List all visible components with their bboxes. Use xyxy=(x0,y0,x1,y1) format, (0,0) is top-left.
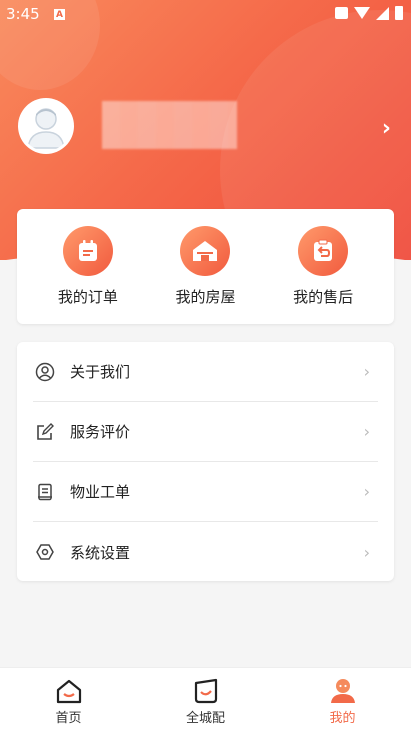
menu-card: 关于我们 › 服务评价 › 物业工单 › 系统设置 › xyxy=(17,342,394,581)
clipboard-icon xyxy=(62,226,113,276)
menu-label: 系统设置 xyxy=(70,543,131,562)
menu-item-service-rating[interactable]: 服务评价 › xyxy=(33,402,378,462)
house-icon xyxy=(180,226,231,276)
default-avatar-icon xyxy=(27,108,65,149)
profile-header[interactable]: ████████ › xyxy=(18,98,393,158)
menu-label: 服务评价 xyxy=(70,423,131,441)
chevron-right-icon: › xyxy=(363,482,370,501)
orders-card: 我的订单 我的房屋 我的售后 xyxy=(17,209,394,324)
my-aftersales-label: 我的售后 xyxy=(293,288,354,306)
tab-label: 全城配 xyxy=(185,711,225,726)
user-circle-icon xyxy=(35,362,55,382)
profile-icon xyxy=(329,677,357,705)
my-orders-button[interactable]: 我的订单 xyxy=(38,226,138,307)
chevron-right-icon: › xyxy=(363,362,370,381)
settings-hex-icon xyxy=(35,542,55,562)
wifi-icon xyxy=(354,7,370,19)
my-orders-label: 我的订单 xyxy=(57,288,118,306)
menu-label: 关于我们 xyxy=(70,363,131,381)
my-house-label: 我的房屋 xyxy=(175,288,236,306)
briefcase-icon xyxy=(335,7,348,19)
status-time: 3:45 xyxy=(6,5,40,23)
smile-box-icon xyxy=(192,677,220,705)
chevron-right-icon[interactable]: › xyxy=(382,116,391,141)
tab-label: 首页 xyxy=(55,711,82,726)
return-icon xyxy=(298,226,349,276)
bottom-tab-bar: 首页 全城配 我的 xyxy=(0,667,411,732)
status-bar: 3:45 A xyxy=(0,0,411,28)
notification-badge: A xyxy=(54,9,65,20)
chevron-right-icon: › xyxy=(363,542,370,562)
username: ████████ xyxy=(102,101,237,149)
menu-item-settings[interactable]: 系统设置 › xyxy=(33,522,378,582)
menu-item-about-us[interactable]: 关于我们 › xyxy=(33,342,378,402)
avatar[interactable] xyxy=(18,98,74,154)
tab-label: 我的 xyxy=(329,711,356,726)
my-aftersales-button[interactable]: 我的售后 xyxy=(273,226,373,307)
my-house-button[interactable]: 我的房屋 xyxy=(155,226,255,307)
edit-icon xyxy=(35,422,55,442)
menu-item-work-orders[interactable]: 物业工单 › xyxy=(33,462,378,522)
tab-citywide[interactable]: 全城配 xyxy=(166,668,246,726)
document-icon xyxy=(35,482,55,502)
signal-icon xyxy=(376,6,389,20)
chevron-right-icon: › xyxy=(363,422,370,441)
tab-home[interactable]: 首页 xyxy=(29,668,109,726)
home-icon xyxy=(55,677,83,705)
tab-mine[interactable]: 我的 xyxy=(303,668,383,726)
battery-icon xyxy=(395,6,403,20)
menu-label: 物业工单 xyxy=(70,483,131,501)
